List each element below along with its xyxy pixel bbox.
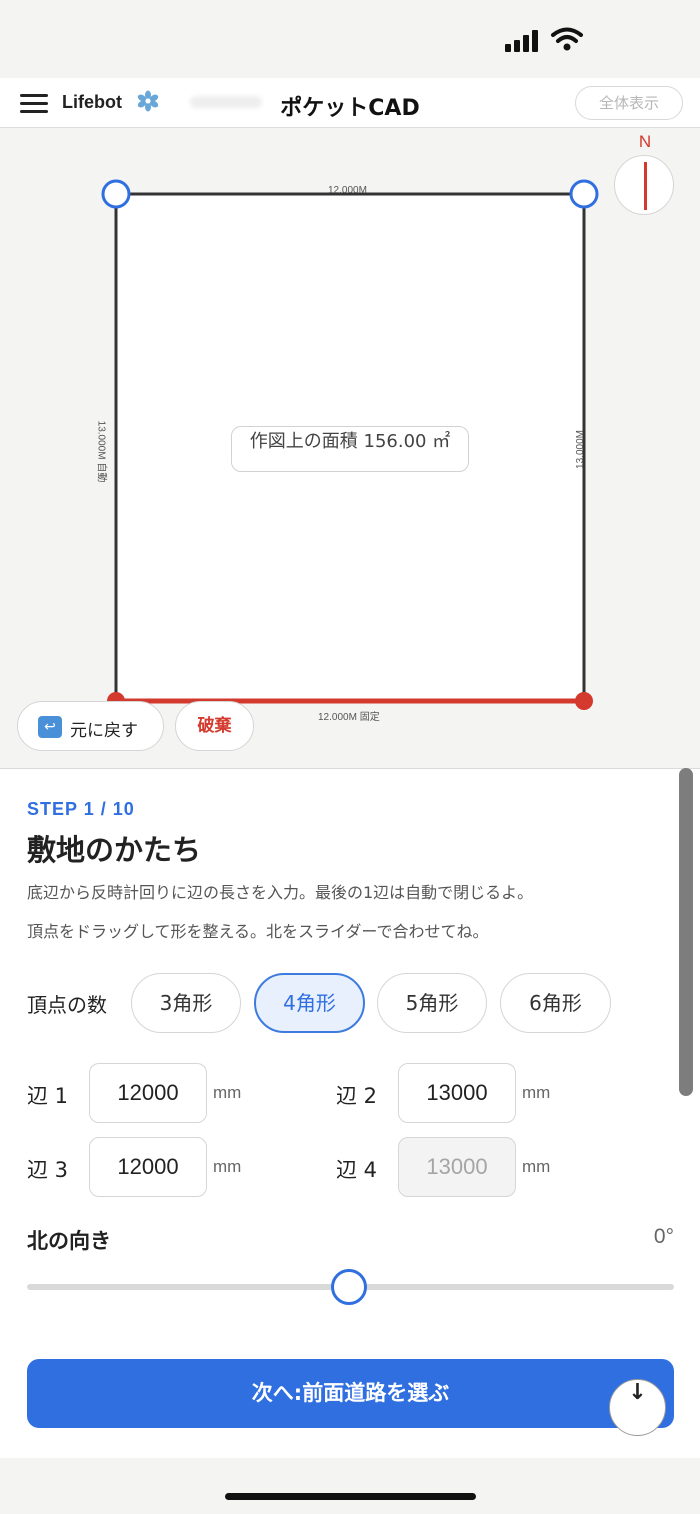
side-2-unit: mm [522, 1083, 551, 1102]
arrow-down-icon: ↓ [628, 1380, 647, 1405]
side-4-input-auto: 13000 [398, 1137, 516, 1197]
north-direction-value: 0° [653, 1225, 674, 1248]
scroll-down-button[interactable]: ↓ [609, 1379, 666, 1436]
instruction-2: 頂点をドラッグして形を整える。北をスライダーで合わせてね。 [27, 922, 489, 941]
side-2-label: 辺 2 [336, 1084, 378, 1108]
instruction-1: 底辺から反時計回りに辺の長さを入力。最後の1辺は自動で閉じるよ。 [27, 883, 534, 902]
side-4-unit: mm [522, 1157, 551, 1176]
home-indicator[interactable] [225, 1493, 476, 1500]
north-direction-label: 北の向き [27, 1229, 111, 1253]
north-slider-thumb[interactable] [331, 1269, 367, 1305]
home-area [0, 1458, 700, 1514]
drawing-canvas[interactable]: N 12.000M 13.000M 13.000M 自動 12.000M 固定 … [0, 129, 700, 768]
dimension-left: 13.000M 自動 [95, 420, 107, 483]
side-1-label: 辺 1 [27, 1084, 69, 1108]
shape-pentagon-button[interactable]: 5角形 [377, 973, 487, 1033]
undo-button[interactable]: ↩ 元に戻す [17, 701, 164, 751]
side-3-label: 辺 3 [27, 1158, 69, 1182]
shape-triangle-button[interactable]: 3角形 [131, 973, 241, 1033]
wifi-icon [551, 27, 583, 51]
vertex-fixed-bottom-right [575, 692, 593, 710]
status-bar [0, 0, 700, 78]
step-title: 敷地のかたち [27, 833, 202, 867]
scrollbar-thumb[interactable] [679, 768, 693, 1096]
side-1-unit: mm [213, 1083, 242, 1102]
discard-button[interactable]: 破棄 [175, 701, 254, 751]
next-button[interactable]: 次へ:前面道路を選ぶ [27, 1359, 674, 1428]
side-1-input[interactable]: 12000 [89, 1063, 207, 1123]
undo-label: 元に戻す [70, 721, 138, 741]
vertex-count-label: 頂点の数 [27, 993, 107, 1017]
side-3-input[interactable]: 12000 [89, 1137, 207, 1197]
shape-quadrilateral-button[interactable]: 4角形 [254, 973, 365, 1033]
dimension-top: 12.000M [328, 185, 367, 196]
fit-all-button[interactable]: 全体表示 [575, 86, 683, 120]
step-panel: STEP 1 / 10 敷地のかたち 底辺から反時計回りに辺の長さを入力。最後の… [0, 768, 700, 1458]
shape-hexagon-button[interactable]: 6角形 [500, 973, 611, 1033]
area-label: 作図上の面積 156.00 ㎡ [231, 426, 469, 472]
compass-needle-icon [644, 162, 647, 210]
undo-arrow-icon: ↩ [38, 716, 62, 738]
compass: N [614, 132, 674, 215]
vertex-handle-top-left[interactable] [101, 179, 131, 209]
side-3-unit: mm [213, 1157, 242, 1176]
vertex-handle-top-right[interactable] [569, 179, 599, 209]
app-header: Lifebot ポケットCAD 全体表示 [0, 78, 700, 128]
dimension-bottom: 12.000M 固定 [318, 712, 380, 723]
side-4-label: 辺 4 [336, 1158, 378, 1182]
dimension-right: 13.000M [574, 430, 586, 469]
side-2-input[interactable]: 13000 [398, 1063, 516, 1123]
signal-icon [505, 30, 543, 52]
compass-north-label: N [638, 132, 652, 151]
panel-scrollbar[interactable] [679, 768, 693, 1458]
step-indicator: STEP 1 / 10 [27, 799, 135, 819]
